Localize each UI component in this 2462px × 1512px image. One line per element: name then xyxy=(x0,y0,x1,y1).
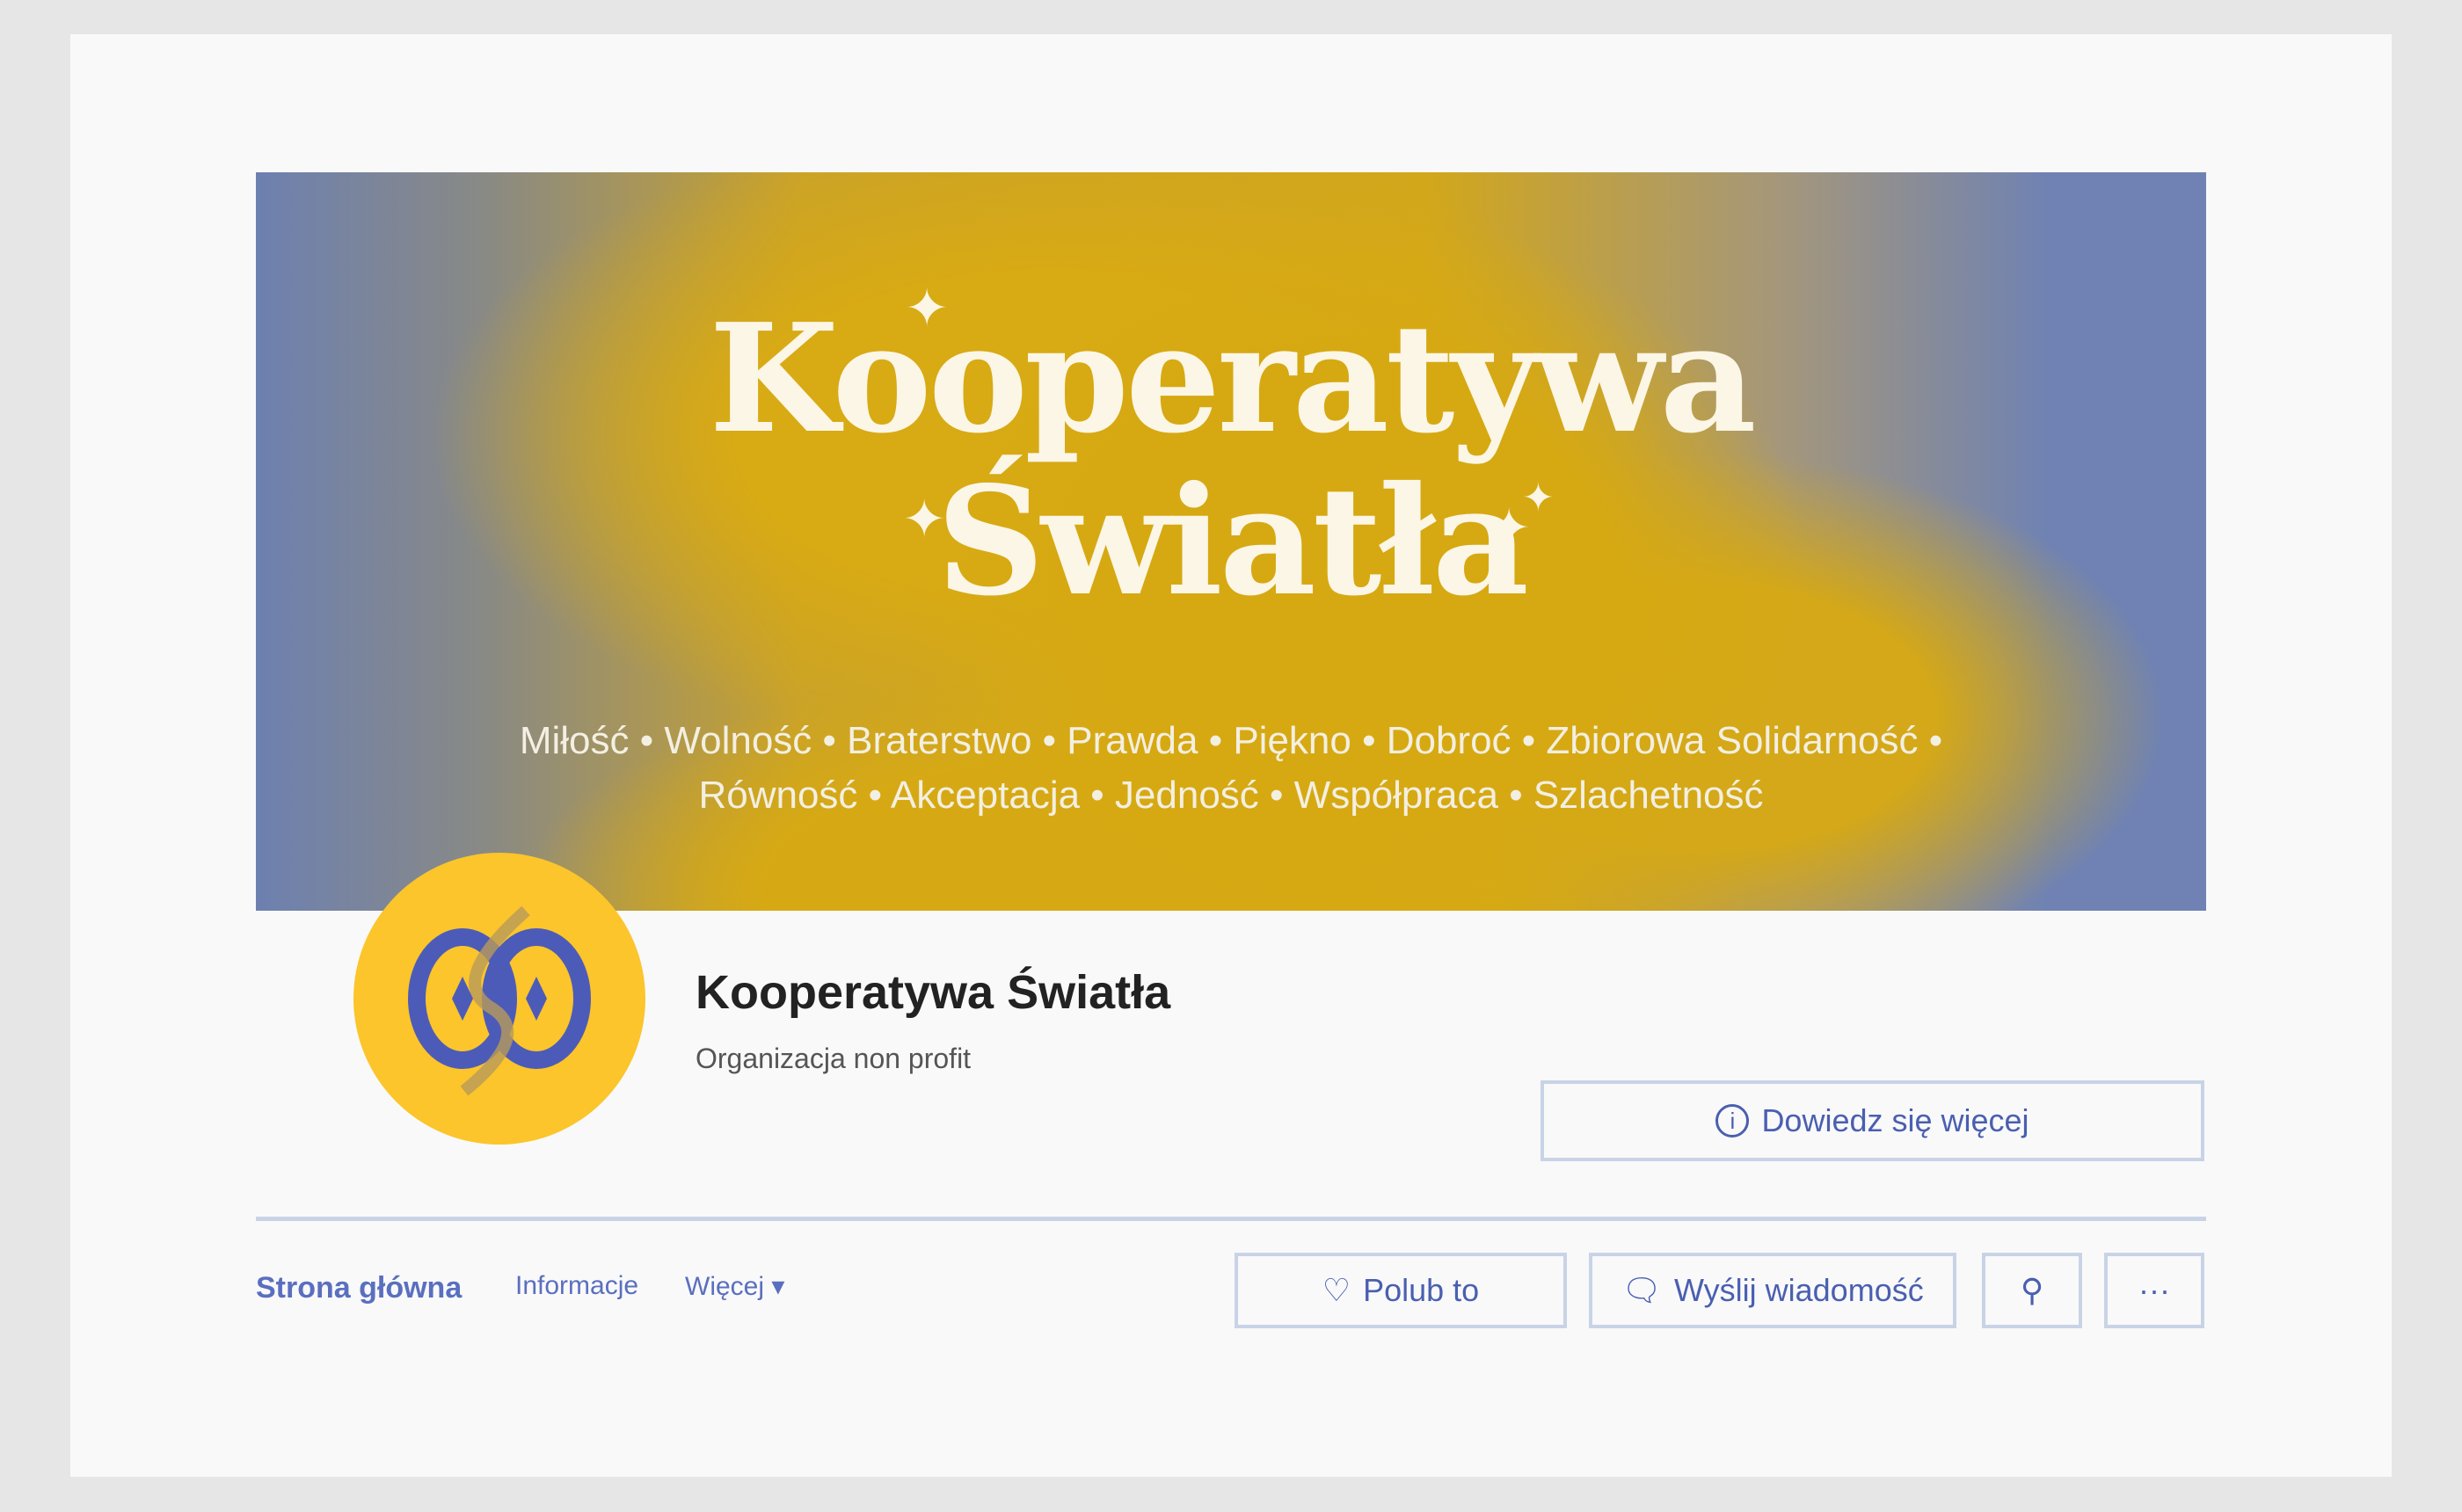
like-label: Polub to xyxy=(1363,1272,1480,1308)
sparkle-icon: ✦ xyxy=(1522,476,1555,520)
tab-home[interactable]: Strona główna xyxy=(256,1271,462,1305)
more-icon: ··· xyxy=(2138,1272,2170,1308)
logo-icon xyxy=(408,905,591,1096)
message-icon: 🗨 xyxy=(1621,1272,1662,1308)
learn-more-label: Dowiedz się więcej xyxy=(1761,1102,2029,1138)
tab-about[interactable]: Informacje xyxy=(515,1271,638,1301)
avatar[interactable] xyxy=(353,853,645,1145)
cover-banner: Kooperatywa Światła ✦ ✦ ✦ ✦ Miłość • Wol… xyxy=(256,172,2206,911)
sparkle-icon: ✦ xyxy=(905,279,950,338)
page-title: Kooperatywa Światła xyxy=(696,966,1171,1019)
sparkle-icon: ✦ xyxy=(902,490,947,549)
values-line1: Miłość • Wolność • Braterstwo • Prawda •… xyxy=(519,719,1943,762)
search-icon: ⚲ xyxy=(2020,1272,2044,1308)
page-category: Organizacja non profit xyxy=(696,1043,972,1074)
values-line2: Równość • Akceptacja • Jedność • Współpr… xyxy=(698,774,1764,817)
send-message-label: Wyślij wiadomość xyxy=(1673,1272,1924,1308)
send-message-button[interactable]: 🗨 Wyślij wiadomość xyxy=(1589,1253,1956,1328)
tab-more[interactable]: Więcej ▾ xyxy=(685,1271,784,1302)
banner-title-line1: Kooperatywa xyxy=(709,291,1756,467)
divider xyxy=(256,1217,2206,1221)
learn-more-button[interactable]: i Dowiedz się więcej xyxy=(1541,1080,2204,1161)
like-button[interactable]: ♡ Polub to xyxy=(1235,1253,1567,1328)
info-icon: i xyxy=(1715,1104,1750,1138)
search-button[interactable]: ⚲ xyxy=(1982,1253,2082,1328)
like-icon: ♡ xyxy=(1322,1272,1351,1308)
banner-title-line2: Światła xyxy=(936,454,1529,629)
more-options-button[interactable]: ··· xyxy=(2104,1253,2204,1328)
